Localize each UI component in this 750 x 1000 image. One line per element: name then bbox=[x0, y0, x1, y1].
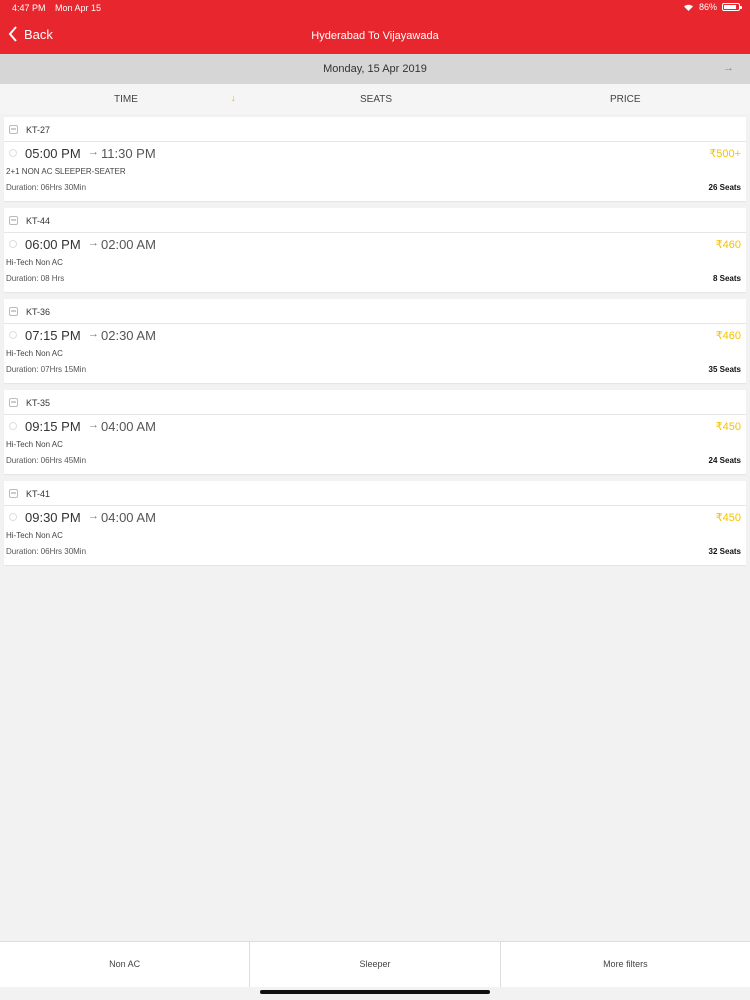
bus-card-header: KT-27 bbox=[4, 117, 746, 142]
bus-type: Hi-Tech Non AC bbox=[6, 258, 63, 267]
bus-card[interactable]: KT-27 05:00 PM → 11:30 PM ₹500+ 2+1 NON … bbox=[4, 117, 746, 201]
battery-icon bbox=[722, 3, 742, 11]
fare-price: ₹500+ bbox=[709, 148, 741, 160]
battery-percent: 86% bbox=[698, 2, 717, 12]
journey-duration: Duration: 06Hrs 30Min bbox=[6, 547, 87, 556]
bus-card[interactable]: KT-35 09:15 PM → 04:00 AM ₹450 Hi-Tech N… bbox=[4, 390, 746, 474]
page-title: Hyderabad To Vijayawada bbox=[311, 30, 439, 42]
bus-code: KT-35 bbox=[26, 398, 51, 408]
available-seats: 8 Seats bbox=[712, 274, 741, 283]
clock-icon bbox=[9, 422, 17, 430]
bus-code: KT-41 bbox=[26, 489, 51, 499]
bus-card-header: KT-41 bbox=[4, 481, 746, 506]
departure-time: 06:00 PM bbox=[25, 237, 81, 252]
arrival-time: 11:30 PM bbox=[101, 146, 156, 161]
journey-duration: Duration: 06Hrs 30Min bbox=[6, 183, 87, 192]
sort-bar: TIME ↓ SEATS PRICE bbox=[0, 84, 750, 114]
bus-card[interactable]: KT-44 06:00 PM → 02:00 AM ₹460 Hi-Tech N… bbox=[4, 208, 746, 292]
arrow-right-icon: → bbox=[88, 237, 99, 249]
bus-card-header: KT-44 bbox=[4, 208, 746, 233]
status-right: 86% bbox=[683, 2, 742, 12]
wifi-icon bbox=[683, 3, 694, 11]
filter-bar: Non AC Sleeper More filters bbox=[0, 941, 750, 987]
bus-code: KT-44 bbox=[26, 216, 51, 226]
arrival-time: 02:00 AM bbox=[101, 237, 156, 252]
bus-type: 2+1 NON AC SLEEPER-SEATER bbox=[6, 167, 126, 176]
sort-seats[interactable]: SEATS bbox=[360, 94, 392, 105]
filter-non-ac-button[interactable]: Non AC bbox=[0, 942, 251, 987]
status-bar: 4:47 PM Mon Apr 15 86% bbox=[0, 0, 750, 18]
available-seats: 26 Seats bbox=[708, 183, 741, 192]
clock-icon bbox=[9, 240, 17, 248]
departure-time: 09:30 PM bbox=[25, 510, 81, 525]
bus-type: Hi-Tech Non AC bbox=[6, 349, 63, 358]
available-seats: 32 Seats bbox=[708, 547, 741, 556]
bus-icon bbox=[9, 307, 18, 316]
departure-time: 05:00 PM bbox=[25, 146, 81, 161]
arrow-right-icon: → bbox=[88, 328, 99, 340]
status-date: Mon Apr 15 bbox=[55, 3, 102, 13]
fare-price: ₹460 bbox=[715, 330, 741, 342]
journey-duration: Duration: 06Hrs 45Min bbox=[6, 456, 87, 465]
arrival-time: 02:30 AM bbox=[101, 328, 156, 343]
sort-time[interactable]: TIME bbox=[114, 94, 138, 105]
clock-icon bbox=[9, 513, 17, 521]
departure-time: 07:15 PM bbox=[25, 328, 81, 343]
arrow-right-icon: → bbox=[88, 146, 99, 158]
bus-card[interactable]: KT-41 09:30 PM → 04:00 AM ₹450 Hi-Tech N… bbox=[4, 481, 746, 565]
clock-icon bbox=[9, 149, 17, 157]
bus-icon bbox=[9, 398, 18, 407]
bus-type: Hi-Tech Non AC bbox=[6, 440, 63, 449]
arrival-time: 04:00 AM bbox=[101, 419, 156, 434]
arrival-time: 04:00 AM bbox=[101, 510, 156, 525]
arrow-right-icon: → bbox=[88, 419, 99, 431]
bus-code: KT-36 bbox=[26, 307, 51, 317]
journey-duration: Duration: 08 Hrs bbox=[6, 274, 65, 283]
bus-card[interactable]: KT-36 07:15 PM → 02:30 AM ₹460 Hi-Tech N… bbox=[4, 299, 746, 383]
clock-icon bbox=[9, 331, 17, 339]
fare-price: ₹460 bbox=[715, 239, 741, 251]
bus-type: Hi-Tech Non AC bbox=[6, 531, 63, 540]
home-indicator bbox=[260, 990, 490, 994]
sort-price[interactable]: PRICE bbox=[610, 94, 641, 105]
bus-card-header: KT-36 bbox=[4, 299, 746, 324]
arrow-right-icon: → bbox=[88, 510, 99, 522]
fare-price: ₹450 bbox=[715, 512, 741, 524]
journey-duration: Duration: 07Hrs 15Min bbox=[6, 365, 87, 374]
filter-sleeper-button[interactable]: Sleeper bbox=[250, 942, 501, 987]
nav-bar: Back Hyderabad To Vijayawada bbox=[0, 18, 750, 54]
bus-icon bbox=[9, 216, 18, 225]
departure-time: 09:15 PM bbox=[25, 419, 81, 434]
bus-icon bbox=[9, 489, 18, 498]
sort-down-arrow-icon: ↓ bbox=[231, 93, 236, 103]
bus-code: KT-27 bbox=[26, 125, 51, 135]
fare-price: ₹450 bbox=[715, 421, 741, 433]
available-seats: 35 Seats bbox=[708, 365, 741, 374]
next-date-arrow-icon[interactable]: → bbox=[723, 62, 734, 74]
journey-date: Monday, 15 Apr 2019 bbox=[323, 63, 427, 75]
bus-card-header: KT-35 bbox=[4, 390, 746, 415]
status-time: 4:47 PM bbox=[12, 3, 46, 13]
date-bar: Monday, 15 Apr 2019 → bbox=[0, 54, 750, 84]
more-filters-button[interactable]: More filters bbox=[501, 942, 750, 987]
bus-icon bbox=[9, 125, 18, 134]
available-seats: 24 Seats bbox=[708, 456, 741, 465]
